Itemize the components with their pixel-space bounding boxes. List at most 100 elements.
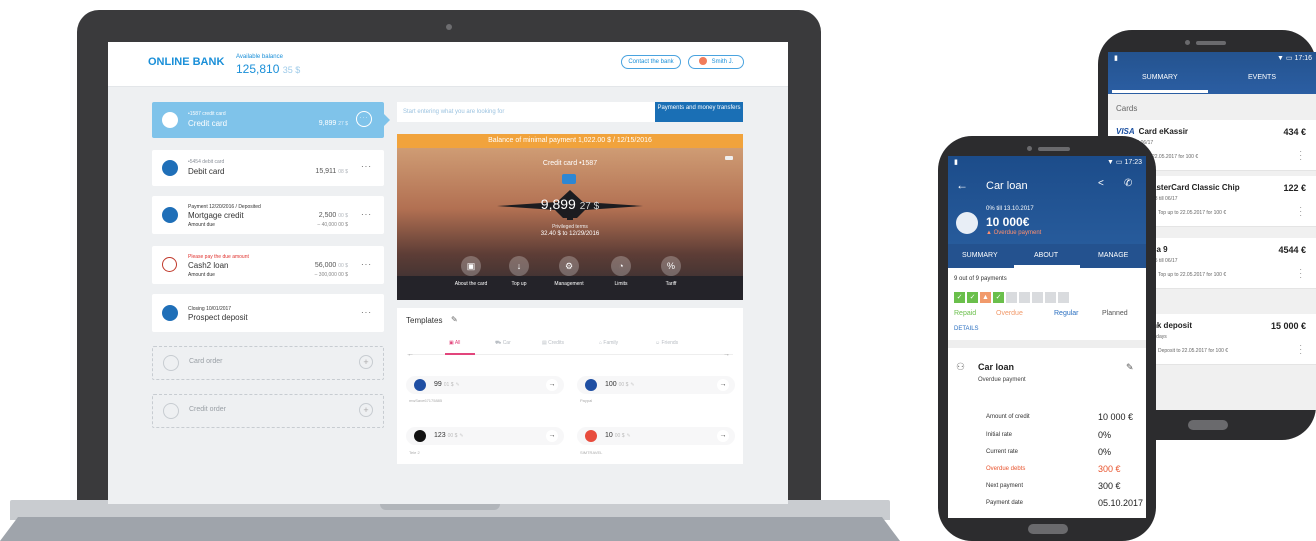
more-icon[interactable]: ··· <box>361 308 372 317</box>
tab-summary[interactable]: SUMMARY <box>962 252 998 259</box>
card-number: •5454 debit card <box>188 159 225 165</box>
bank-logo[interactable]: ONLINE BANK <box>148 56 224 68</box>
more-icon[interactable]: ··· <box>361 210 372 219</box>
avatar <box>698 57 707 66</box>
phone-home-button[interactable] <box>1028 524 1068 534</box>
car-loan-icon <box>956 212 978 234</box>
cash2-loan-item[interactable]: Please pay the due amount Cash2 loan Amo… <box>152 246 384 284</box>
tab-all[interactable]: ▣ All <box>449 340 460 346</box>
card-icon <box>562 174 576 184</box>
tab-friends[interactable]: ☺ Friends <box>655 340 678 346</box>
arrow-right-icon[interactable]: → <box>717 379 729 391</box>
payments-transfers-button[interactable]: Payments and money transfers <box>655 102 743 122</box>
laptop-base-front <box>0 517 900 541</box>
phone-speaker <box>1196 41 1226 45</box>
more-icon[interactable]: ··· <box>361 260 372 269</box>
template-item[interactable]: 123 00 $ ✎ → <box>406 427 564 445</box>
card-hero: Credit card •1587 9,899 27 $ Privileged … <box>397 148 743 300</box>
tab-about[interactable]: ABOUT <box>1034 252 1058 259</box>
card-order-button[interactable]: Card order + <box>152 346 384 380</box>
deposit-item[interactable]: Closing 10/01/2017 Prospect deposit ··· <box>152 294 384 332</box>
details-link[interactable]: DETAILS <box>954 326 979 332</box>
deposit-icon <box>162 305 178 321</box>
pencil-icon[interactable]: ✎ <box>451 315 458 324</box>
template-item[interactable]: 10 00 $ ✎ → <box>577 427 735 445</box>
tab-summary[interactable]: SUMMARY <box>1142 74 1178 81</box>
status-bar: ▮ ▼ ▭ 17:23 <box>954 159 1142 166</box>
tab-car[interactable]: ⛟ Car <box>495 340 511 347</box>
template-item[interactable]: 99 01 $ ✎ → <box>406 376 564 394</box>
deposit-hint: Deposit to 22.05.2017 for 100 € <box>1158 348 1229 354</box>
house-icon <box>162 207 178 223</box>
template-item[interactable]: 100 00 $ ✎ → <box>577 376 735 394</box>
repaid-square: ✓ <box>967 292 978 303</box>
action-label: Tariff <box>665 281 677 287</box>
phone-home-button[interactable] <box>1188 420 1228 430</box>
tariff-action[interactable]: % Tariff <box>641 256 701 287</box>
credit-order-button[interactable]: Credit order + <box>152 394 384 428</box>
detail-key: Initial rate <box>986 432 1013 438</box>
planned-square <box>1006 292 1017 303</box>
payments-progress: ✓ ✓ ▲ ✓ <box>954 292 1069 303</box>
payments-count: 9 out of 9 payments <box>954 276 1007 282</box>
phone-speaker <box>1038 147 1070 151</box>
template-name: SIMTRAVEL <box>580 450 603 455</box>
visa-logo: VISA <box>1116 127 1135 136</box>
card-order-label: Card order <box>189 358 223 365</box>
management-action[interactable]: ⚙ Management <box>539 256 599 287</box>
back-arrow-icon[interactable]: ← <box>956 178 968 192</box>
card-balance: 4544 € <box>1278 245 1306 255</box>
detail-key: Amount of credit <box>986 414 1030 420</box>
card-name: Credit card <box>188 119 228 128</box>
more-vert-icon[interactable]: · · · <box>1299 266 1302 282</box>
more-vert-icon[interactable]: · · · <box>1299 148 1302 164</box>
more-vert-icon[interactable]: · · · <box>1299 342 1302 358</box>
minimal-payment-banner: Balance of minimal payment 1,022.00 $ / … <box>397 134 743 148</box>
balance-label: Available balance <box>236 54 283 60</box>
amount-due-label: Amount due <box>188 222 215 228</box>
payment-status: Payment 12/20/2016 / Deposited <box>188 204 261 210</box>
search-input[interactable]: Start entering what you are looking for <box>397 102 655 122</box>
template-amount: 99 01 $ ✎ <box>434 381 460 388</box>
arrow-right-icon[interactable]: → <box>546 430 558 442</box>
arrow-right-icon[interactable]: → <box>717 430 729 442</box>
overdue-square: ▲ <box>980 292 991 303</box>
loan-subtitle: Overdue payment <box>978 377 1026 383</box>
contact-bank-button[interactable]: Contact the bank <box>621 55 681 69</box>
arrow-left-icon[interactable]: ← <box>407 351 414 358</box>
app-bar: ▮ ▼ ▭ 17:16 SUMMARY EVENTS <box>1108 52 1316 94</box>
cart-icon <box>163 355 179 371</box>
arrow-right-icon[interactable]: → <box>546 379 558 391</box>
cards-section-title: Cards <box>1116 104 1138 113</box>
mortgage-item[interactable]: Payment 12/20/2016 / Deposited Mortgage … <box>152 196 384 234</box>
arrow-down-icon: ↓ <box>509 256 529 276</box>
tab-manage[interactable]: MANAGE <box>1098 252 1128 259</box>
tab-credits[interactable]: ▤ Credits <box>542 340 564 346</box>
planned-square <box>1032 292 1043 303</box>
amount-due-label: Amount due <box>188 272 215 278</box>
arrow-right-icon[interactable]: → <box>723 351 730 358</box>
template-amount: 100 00 $ ✎ <box>605 381 635 388</box>
phone-icon[interactable]: ✆ <box>1124 178 1132 189</box>
credit-card-item[interactable]: •1587 credit card Credit card 9,899 27 $… <box>152 102 384 138</box>
screen-title: Car loan <box>986 180 1028 192</box>
gear-icon: ⚙ <box>559 256 579 276</box>
amount-due-value: – 40,000 00 $ <box>317 222 348 228</box>
phone-camera <box>1027 146 1032 151</box>
template-name: Paypal <box>580 398 593 403</box>
loan-name: Mortgage credit <box>188 211 244 220</box>
debit-card-item[interactable]: •5454 debit card Debit card 15,911 08 $ … <box>152 150 384 186</box>
more-vert-icon[interactable]: · · · <box>1299 204 1302 220</box>
card-name: Debit card <box>188 167 225 176</box>
tab-family[interactable]: ⌂ Family <box>599 340 618 346</box>
legend-regular: Regular <box>1054 310 1079 317</box>
loan-amount: 2,500 00 $ <box>318 212 348 219</box>
tab-events[interactable]: EVENTS <box>1248 74 1276 81</box>
more-icon[interactable]: ··· <box>356 111 372 127</box>
share-icon[interactable]: < <box>1098 178 1104 189</box>
user-menu-button[interactable]: Smith J. <box>688 55 744 69</box>
section-divider <box>948 340 1146 348</box>
action-label: Management <box>554 281 584 287</box>
edit-pencil-icon[interactable]: ✎ <box>1126 362 1134 373</box>
more-icon[interactable]: ··· <box>361 162 372 171</box>
